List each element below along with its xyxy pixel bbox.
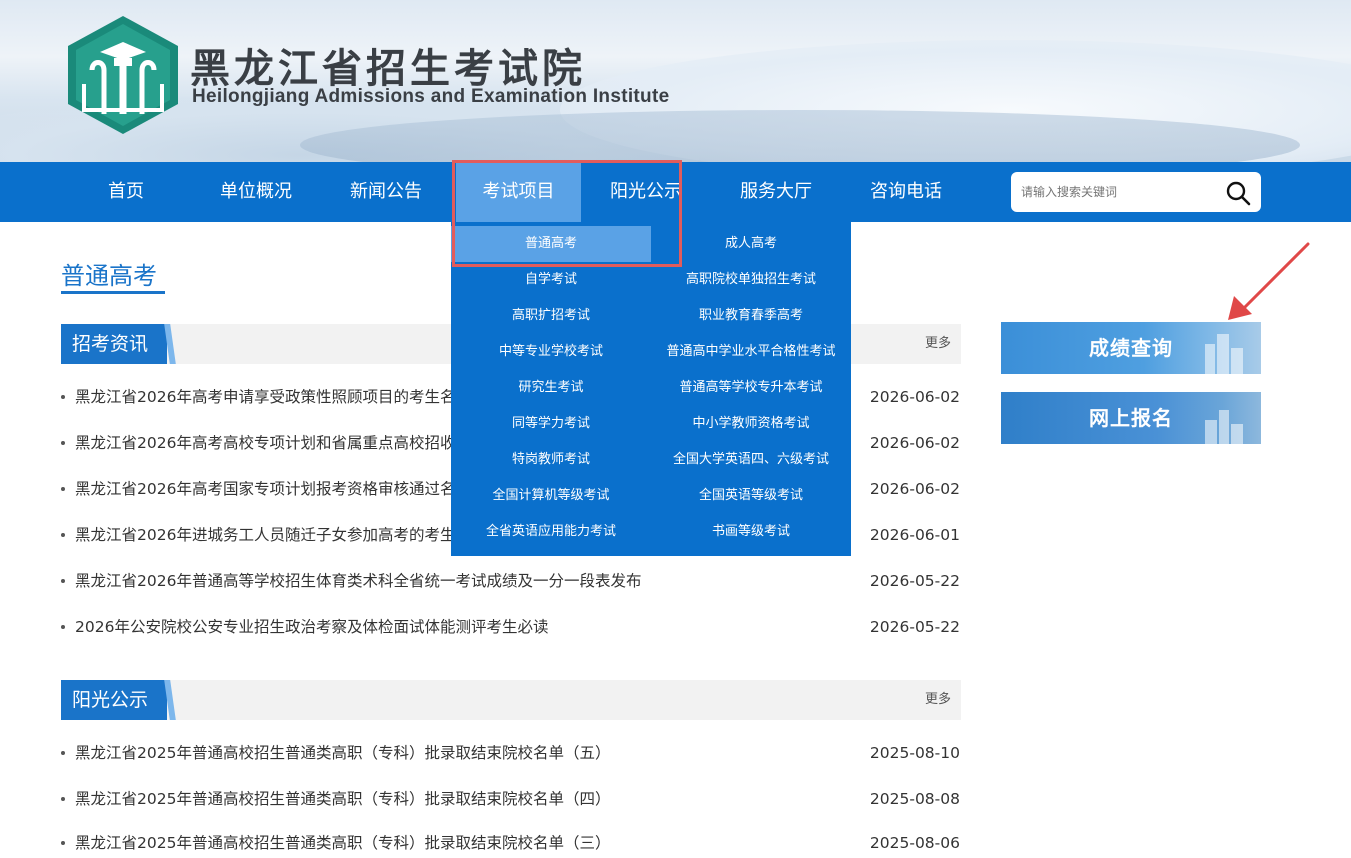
news-title[interactable]: 黑龙江省2026年普通高等学校招生体育类术科全省统一考试成绩及一分一段表发布 — [75, 566, 641, 596]
list-item[interactable]: 黑龙江省2025年普通高校招生普通类高职（专科）批录取结束院校名单（五） 202… — [61, 738, 961, 768]
header-banner: 黑龙江省招生考试院 Heilongjiang Admissions and Ex… — [0, 0, 1351, 162]
menu-item-upgrade-bachelor[interactable]: 普通高等学校专升本考试 — [651, 370, 851, 406]
more-link[interactable]: 更多 — [925, 324, 951, 364]
exams-dropdown-menu: 普通高考 成人高考 自学考试 高职院校单独招生考试 高职扩招考试 职业教育春季高… — [451, 222, 851, 556]
menu-item-calligraphy[interactable]: 书画等级考试 — [651, 514, 851, 550]
search-icon[interactable] — [1225, 180, 1251, 206]
list-item[interactable]: 2026年公安院校公安专业招生政治考察及体检面试体能测评考生必读 2026-05… — [61, 612, 961, 642]
menu-item-vocational-expansion[interactable]: 高职扩招考试 — [451, 298, 651, 334]
news-title[interactable]: 2026年公安院校公安专业招生政治考察及体检面试体能测评考生必读 — [75, 612, 548, 642]
news-title[interactable]: 黑龙江省2026年高考申请享受政策性照顾项目的考生名 — [75, 382, 455, 412]
news-title[interactable]: 黑龙江省2025年普通高校招生普通类高职（专科）批录取结束院校名单（三） — [75, 828, 610, 858]
bullet-icon — [61, 625, 65, 629]
bullet-icon — [61, 441, 65, 445]
bullet-icon — [61, 841, 65, 845]
nav-service-hall[interactable]: 服务大厅 — [716, 162, 836, 222]
news-date: 2026-05-22 — [869, 572, 960, 590]
news-title[interactable]: 黑龙江省2026年进城务工人员随迁子女参加高考的考生 — [75, 520, 455, 550]
bullet-icon — [61, 797, 65, 801]
menu-item-spring-gaokao[interactable]: 职业教育春季高考 — [651, 298, 851, 334]
bullet-icon — [61, 751, 65, 755]
building-icon — [1205, 410, 1243, 444]
menu-item-general-gaokao[interactable]: 普通高考 — [451, 226, 651, 262]
menu-item-equivalent-degree[interactable]: 同等学力考试 — [451, 406, 651, 442]
annotation-arrow-icon — [1228, 242, 1310, 320]
menu-item-special-post-teacher[interactable]: 特岗教师考试 — [451, 442, 651, 478]
nav-public-notice[interactable]: 阳光公示 — [586, 162, 706, 222]
bullet-icon — [61, 487, 65, 491]
menu-item-self-study[interactable]: 自学考试 — [451, 262, 651, 298]
menu-item-secondary-vocational[interactable]: 中等专业学校考试 — [451, 334, 651, 370]
menu-item-cet[interactable]: 全国大学英语四、六级考试 — [651, 442, 851, 478]
news-date: 2026-06-02 — [869, 480, 960, 498]
page-title-underline — [61, 291, 165, 294]
page-title: 普通高考 — [61, 262, 157, 290]
menu-item-postgraduate[interactable]: 研究生考试 — [451, 370, 651, 406]
search-box — [1011, 172, 1261, 212]
nav-about[interactable]: 单位概况 — [196, 162, 316, 222]
list-item[interactable]: 黑龙江省2025年普通高校招生普通类高职（专科）批录取结束院校名单（四） 202… — [61, 784, 961, 814]
news-title[interactable]: 黑龙江省2026年高考高校专项计划和省属重点高校招收 — [75, 428, 455, 458]
list-item[interactable]: 黑龙江省2026年普通高等学校招生体育类术科全省统一考试成绩及一分一段表发布 2… — [61, 566, 961, 596]
news-date: 2026-06-01 — [869, 526, 960, 544]
online-apply-button[interactable]: 网上报名 — [1001, 392, 1261, 444]
news-title[interactable]: 黑龙江省2025年普通高校招生普通类高职（专科）批录取结束院校名单（五） — [75, 738, 610, 768]
menu-item-english-application[interactable]: 全省英语应用能力考试 — [451, 514, 651, 550]
online-apply-label: 网上报名 — [1089, 406, 1173, 430]
news-date: 2025-08-08 — [869, 790, 960, 808]
score-query-button[interactable]: 成绩查询 — [1001, 322, 1261, 374]
news-date: 2025-08-06 — [869, 834, 960, 852]
news-date: 2026-06-02 — [869, 388, 960, 406]
section-title: 阳光公示 — [61, 680, 167, 720]
bullet-icon — [61, 533, 65, 537]
search-input[interactable] — [1021, 180, 1221, 204]
menu-item-computer-rank[interactable]: 全国计算机等级考试 — [451, 478, 651, 514]
nav-exams[interactable]: 考试项目 — [456, 162, 581, 222]
nav-home[interactable]: 首页 — [66, 162, 186, 222]
news-date: 2026-05-22 — [869, 618, 960, 636]
list-item[interactable]: 黑龙江省2025年普通高校招生普通类高职（专科）批录取结束院校名单（三） 202… — [61, 828, 961, 858]
institute-subtitle: Heilongjiang Admissions and Examination … — [192, 86, 670, 107]
news-date: 2025-08-10 — [869, 744, 960, 762]
news-title[interactable]: 黑龙江省2026年高考国家专项计划报考资格审核通过名 — [75, 474, 455, 504]
news-date: 2026-06-02 — [869, 434, 960, 452]
menu-item-adult-gaokao[interactable]: 成人高考 — [651, 226, 851, 262]
menu-item-pets[interactable]: 全国英语等级考试 — [651, 478, 851, 514]
building-icon — [1205, 334, 1243, 374]
menu-item-high-school-proficiency[interactable]: 普通高中学业水平合格性考试 — [651, 334, 851, 370]
institute-logo-icon[interactable] — [64, 14, 182, 136]
nav-news[interactable]: 新闻公告 — [326, 162, 446, 222]
score-query-label: 成绩查询 — [1089, 336, 1173, 360]
more-link[interactable]: 更多 — [925, 680, 951, 720]
section-header-public-notice: 阳光公示 更多 — [61, 680, 961, 720]
menu-item-teacher-qualification[interactable]: 中小学教师资格考试 — [651, 406, 851, 442]
bullet-icon — [61, 579, 65, 583]
bullet-icon — [61, 395, 65, 399]
news-title[interactable]: 黑龙江省2025年普通高校招生普通类高职（专科）批录取结束院校名单（四） — [75, 784, 610, 814]
menu-item-vocational-independent[interactable]: 高职院校单独招生考试 — [651, 262, 851, 298]
nav-contact[interactable]: 咨询电话 — [846, 162, 966, 222]
section-title: 招考资讯 — [61, 324, 167, 364]
main-nav: 首页 单位概况 新闻公告 考试项目 阳光公示 服务大厅 咨询电话 — [0, 162, 1351, 222]
